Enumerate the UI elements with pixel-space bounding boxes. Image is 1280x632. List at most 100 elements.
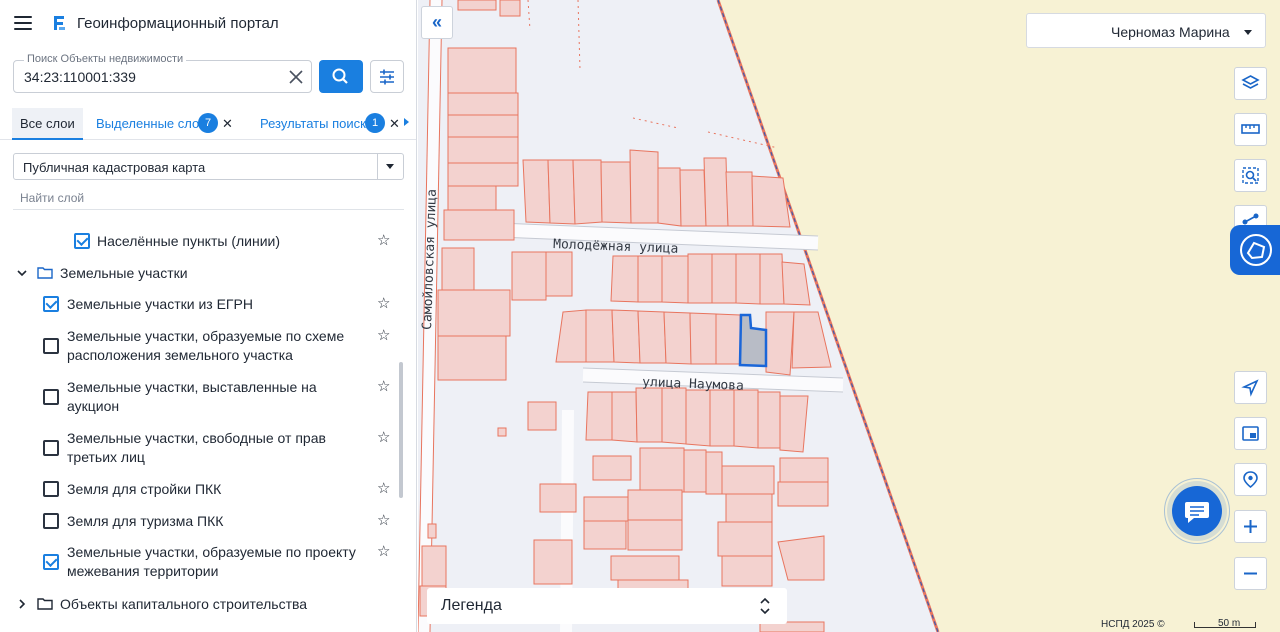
layer-item: Земля для туризма ПКК ☆ [0,511,400,531]
street-label-samoilovskaya: Самойловская улица [420,189,440,330]
scale-bar: 50 m [1194,618,1256,629]
ruler-button[interactable] [1234,113,1267,146]
layer-checkbox[interactable] [43,440,59,456]
folder-icon [37,598,53,610]
select-area-icon [1242,167,1259,184]
legend-title: Легенда [441,597,502,614]
selected-count-badge: 7 [198,113,218,133]
layer-label: Земля для туризма ПКК [67,513,224,529]
layer-search [13,188,404,210]
layer-label: Населённые пункты (линии) [97,233,281,249]
chevron-down-icon [1244,30,1252,35]
geo-search-button[interactable] [1234,463,1267,496]
cadastral-map: Молодёжная улица улица Наумова Самойловс… [418,0,1280,632]
map-tool-icon [1240,234,1272,266]
star-icon[interactable]: ☆ [377,513,392,528]
star-icon[interactable]: ☆ [377,233,392,248]
chat-icon [1185,502,1209,523]
star-icon[interactable]: ☆ [377,379,392,394]
search-input[interactable] [24,69,279,85]
search-button[interactable] [319,60,363,93]
layer-checkbox[interactable] [43,554,59,570]
layer-label: Земля для стройки ПКК [67,481,222,497]
chevron-right-icon[interactable] [16,598,28,610]
app-title: Геоинформационный портал [77,15,279,32]
star-icon[interactable]: ☆ [377,328,392,343]
expand-collapse-icon [760,597,770,615]
layer-list-scrollbar[interactable] [399,362,403,498]
layer-item: Земельные участки, выставленные на аукци… [0,377,400,417]
sidebar: Геоинформационный портал Поиск Объекты н… [0,0,417,632]
layer-group[interactable]: Земельные участки [0,263,400,283]
layer-search-input[interactable] [13,188,393,205]
layer-checkbox[interactable] [74,233,90,249]
layer-tabs: Все слои Выделенные слои 7 ✕ Результаты … [0,108,416,140]
legend-panel[interactable]: Легенда [427,588,787,624]
collapse-sidebar-button[interactable]: « [421,6,453,39]
minimap-button[interactable] [1234,417,1267,450]
folder-icon [37,267,53,279]
layer-label: Земельные участки из ЕГРН [67,296,253,312]
search-field[interactable]: Поиск Объекты недвижимости [13,53,312,93]
zoom-in-button[interactable] [1234,510,1267,543]
basemap-value: Публичная кадастровая карта [23,160,206,175]
layer-label: Земельные участки, образуемые по проекту… [67,544,356,579]
hamburger-menu-icon[interactable] [12,13,34,33]
layer-item: Земельные участки, свободные от прав тре… [0,428,400,468]
filter-button[interactable] [370,60,404,93]
layers-icon [1241,75,1260,89]
locate-button[interactable] [1234,371,1267,404]
chevron-down-icon[interactable] [16,267,28,279]
select-divider [377,154,378,179]
group-label: Объекты капитального строительства [60,596,308,612]
top-bar: Геоинформационный портал [0,0,416,48]
chat-button[interactable] [1172,486,1222,536]
chevron-down-icon [386,164,394,169]
select-area-button[interactable] [1234,159,1267,192]
layer-label: Земельные участки, свободные от прав тре… [67,430,326,465]
layer-label: Земельные участки, образуемые по схеме р… [67,328,345,363]
user-name: Черномаз Марина [1111,24,1230,40]
tab-results-close-icon[interactable]: ✕ [389,116,400,132]
double-chevron-left-icon: « [431,12,442,32]
geo-search-icon [1243,471,1258,489]
layer-checkbox[interactable] [43,513,59,529]
tab-search-results[interactable]: Результаты поиска [260,116,373,131]
minimap-icon [1242,426,1259,441]
layer-group[interactable]: Объекты капитального строительства [0,594,400,614]
layer-label: Земельные участки, выставленные на аукци… [67,379,317,414]
star-icon[interactable]: ☆ [377,430,392,445]
zoom-out-button[interactable] [1234,557,1267,590]
ruler-icon [1241,124,1260,134]
layers-button[interactable] [1234,67,1267,100]
filter-sliders-icon [380,69,394,85]
user-menu[interactable]: Черномаз Марина [1026,13,1266,48]
star-icon[interactable]: ☆ [377,481,392,496]
map-canvas[interactable]: Молодёжная улица улица Наумова Самойловс… [418,0,1280,632]
layer-item: Населённые пункты (линии) ☆ [0,231,400,251]
group-label: Земельные участки [60,265,188,281]
side-panel-tool-button[interactable] [1230,225,1280,275]
search-legend: Поиск Объекты недвижимости [24,53,187,65]
tabs-scroll-right-icon[interactable] [404,118,409,126]
layer-checkbox[interactable] [43,389,59,405]
layer-item: Земельные участки из ЕГРН ☆ [0,294,400,314]
map-attribution: НСПД 2025 © [1101,619,1165,630]
tab-all-layers[interactable]: Все слои [12,108,83,140]
layer-item: Земля для стройки ПКК ☆ [0,479,400,499]
results-count-badge: 1 [365,113,385,133]
layer-checkbox[interactable] [43,338,59,354]
star-icon[interactable]: ☆ [377,296,392,311]
minus-icon [1244,572,1257,575]
search-icon [332,68,348,84]
close-icon[interactable] [287,68,305,86]
tab-selected-close-icon[interactable]: ✕ [222,116,233,132]
star-icon[interactable]: ☆ [377,544,392,559]
layer-checkbox[interactable] [43,481,59,497]
tab-selected-layers[interactable]: Выделенные слои [96,116,206,131]
layer-item: Земельные участки, образуемые по проекту… [0,542,400,582]
basemap-select[interactable]: Публичная кадастровая карта [13,153,404,180]
plus-icon [1244,520,1257,533]
layer-checkbox[interactable] [43,296,59,312]
navigation-arrow-icon [1241,379,1259,397]
